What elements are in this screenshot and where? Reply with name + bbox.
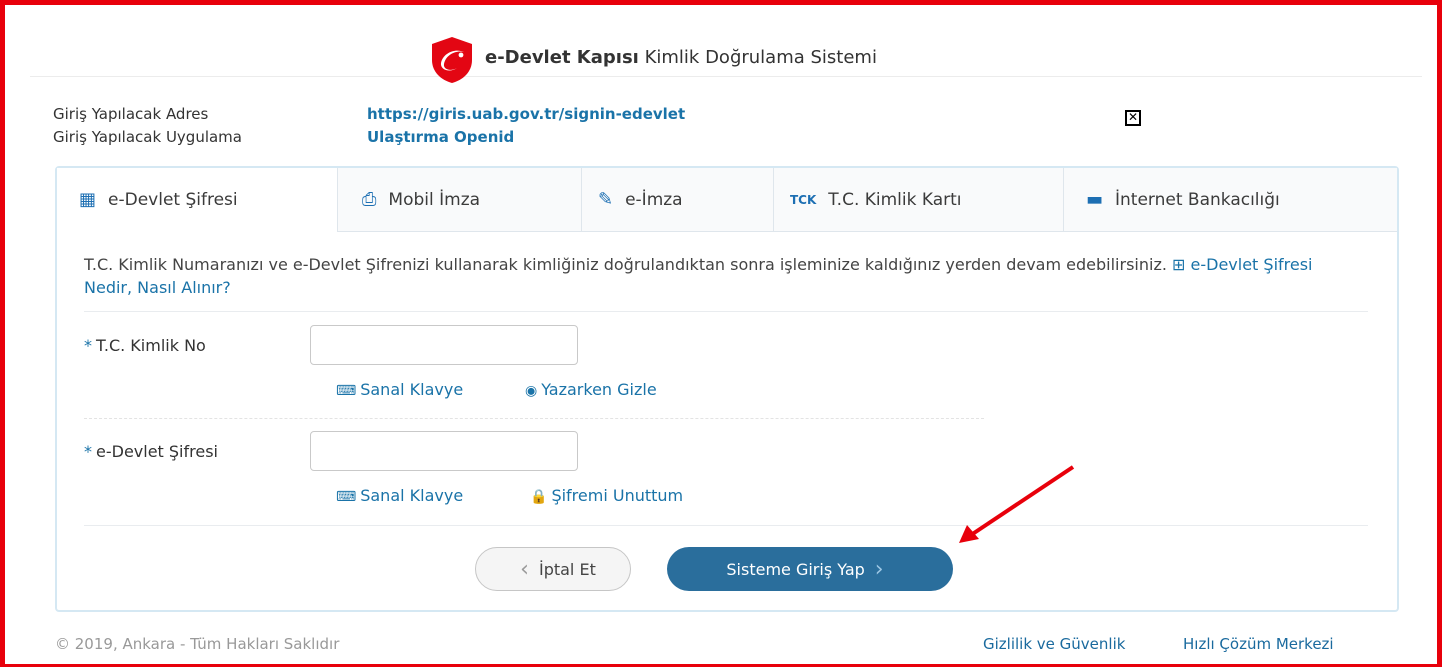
tc-input[interactable] (310, 325, 578, 365)
cancel-label: İptal Et (538, 559, 596, 579)
virtual-keyboard-link[interactable]: ⌨ Sanal Klavye (336, 486, 463, 505)
tab-label: Mobil İmza (388, 189, 481, 210)
tab-label: İnternet Bankacılığı (1115, 189, 1280, 210)
copyright: © 2019, Ankara - Tüm Hakları Saklıdır (55, 635, 340, 653)
forgot-password-link[interactable]: 🔒 Şifremi Unuttum (530, 486, 683, 505)
auth-method-tabs: ▦ e-Devlet Şifresi ⎙ Mobil İmza ✎ e-İmza… (57, 168, 1397, 232)
divider (84, 311, 1368, 312)
keypad-icon: ▦ (79, 189, 97, 210)
tab-label: e-İmza (625, 189, 683, 210)
close-icon[interactable]: ✕ (1125, 110, 1141, 126)
tc-label-text: T.C. Kimlik No (96, 336, 206, 355)
virtual-keyboard-label: Sanal Klavye (360, 380, 464, 399)
id-card-icon: TCK (790, 192, 817, 207)
e-signature-icon: ✎ (598, 189, 614, 210)
address-label: Giriş Yapılacak Adres (53, 105, 209, 123)
tab-label: e-Devlet Şifresi (108, 189, 238, 210)
login-panel (55, 166, 1399, 612)
brand-title: e-Devlet Kapısı Kimlik Doğrulama Sistemi (485, 47, 877, 68)
hide-while-typing-label: Yazarken Gizle (541, 380, 657, 399)
eye-slash-icon: ◉ (525, 383, 538, 399)
help-center-link[interactable]: Hızlı Çözüm Merkezi (1183, 635, 1334, 653)
virtual-keyboard-link[interactable]: ⌨ Sanal Klavye (336, 380, 463, 399)
virtual-keyboard-label: Sanal Klavye (360, 486, 464, 505)
bank-card-icon: ▬ (1086, 189, 1104, 210)
password-label: * e-Devlet Şifresi (84, 442, 218, 461)
required-mark: * (84, 442, 92, 461)
dashed-divider (84, 418, 984, 419)
login-label: Sisteme Giriş Yap (726, 559, 865, 579)
app-label: Giriş Yapılacak Uygulama (53, 128, 242, 146)
required-mark: * (84, 336, 92, 355)
login-description: T.C. Kimlik Numaranızı ve e-Devlet Şifre… (84, 253, 1364, 299)
e-devlet-logo (432, 37, 472, 83)
book-icon: ⊞ (1172, 255, 1186, 274)
tab-e-devlet-sifresi[interactable]: ▦ e-Devlet Şifresi (57, 168, 337, 232)
chevron-right-icon: › (874, 556, 884, 582)
tab-internet-bankaciligi[interactable]: ▬ İnternet Bankacılığı (1063, 168, 1397, 232)
tab-tc-kimlik-karti[interactable]: TCK T.C. Kimlik Kartı (773, 168, 1063, 232)
forgot-password-label: Şifremi Unuttum (551, 486, 684, 505)
privacy-link[interactable]: Gizlilik ve Güvenlik (983, 635, 1125, 653)
brand-subtitle: Kimlik Doğrulama Sistemi (644, 47, 877, 68)
tab-mobil-imza[interactable]: ⎙ Mobil İmza (337, 168, 581, 232)
chevron-left-icon: ‹ (520, 556, 529, 582)
password-label-text: e-Devlet Şifresi (96, 442, 218, 461)
hide-while-typing-link[interactable]: ◉ Yazarken Gizle (525, 380, 657, 399)
login-button[interactable]: Sisteme Giriş Yap › (667, 547, 953, 591)
annotation-arrow (959, 465, 1075, 543)
tab-label: T.C. Kimlik Kartı (828, 189, 962, 210)
description-text: T.C. Kimlik Numaranızı ve e-Devlet Şifre… (84, 255, 1167, 274)
brand-bold: e-Devlet Kapısı (485, 47, 639, 68)
keyboard-icon: ⌨ (336, 383, 357, 399)
address-value: https://giris.uab.gov.tr/signin-edevlet (367, 105, 686, 123)
keyboard-icon: ⌨ (336, 489, 357, 505)
cancel-button[interactable]: ‹ İptal Et (475, 547, 631, 591)
tab-e-imza[interactable]: ✎ e-İmza (581, 168, 773, 232)
tc-label: * T.C. Kimlik No (84, 336, 206, 355)
app-value: Ulaştırma Openid (367, 128, 515, 146)
password-input[interactable] (310, 431, 578, 471)
mobile-signature-icon: ⎙ (362, 189, 377, 210)
lock-icon: 🔒 (530, 489, 548, 505)
divider (84, 525, 1368, 526)
